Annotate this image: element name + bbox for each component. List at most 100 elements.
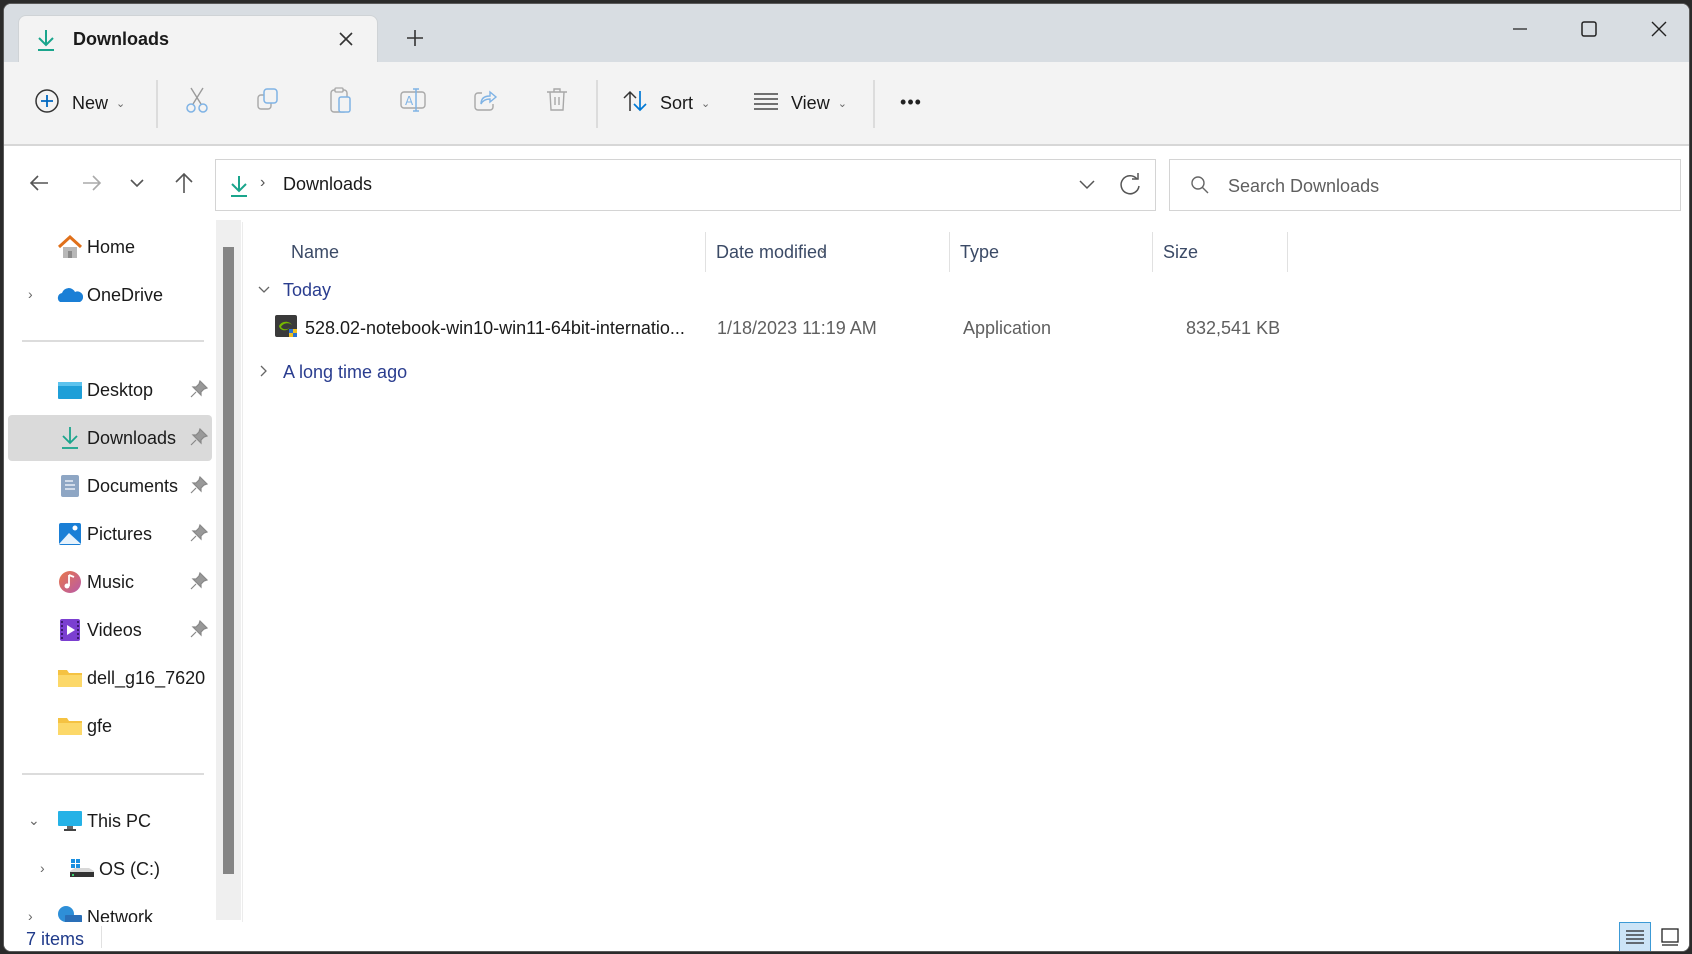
pictures-icon (57, 522, 83, 546)
command-bar: New ⌄ A Sort ⌄ View ⌄ ••• (4, 62, 1689, 146)
tab-downloads[interactable]: Downloads (18, 15, 378, 63)
arrow-up-icon (173, 171, 195, 200)
see-more-button[interactable]: ••• (893, 84, 929, 120)
details-view-button[interactable] (1619, 922, 1651, 951)
sort-icon (622, 89, 648, 118)
sidebar-item-gfe[interactable]: gfe (8, 703, 212, 749)
new-tab-button[interactable] (404, 27, 426, 49)
title-bar: Downloads (4, 4, 1689, 63)
details-view-icon (1625, 928, 1645, 951)
list-view-icon (753, 91, 779, 116)
downloads-icon (35, 28, 57, 52)
pin-icon[interactable] (190, 427, 209, 451)
toolbar-divider (596, 80, 598, 128)
close-tab-icon[interactable] (335, 28, 357, 50)
sidebar-item-os-c[interactable]: › OS (C:) (8, 846, 212, 892)
chevron-right-icon[interactable]: › (40, 860, 45, 876)
search-input[interactable] (1228, 172, 1658, 200)
rename-button[interactable]: A (395, 84, 431, 120)
rename-icon: A (399, 87, 427, 118)
paste-button[interactable] (323, 84, 359, 120)
column-date-label: Date modified (716, 242, 828, 262)
recent-locations-button[interactable] (120, 168, 154, 202)
sort-button[interactable]: Sort ⌄ (622, 82, 710, 124)
toolbar-divider (873, 80, 875, 128)
sidebar-item-home[interactable]: Home (8, 224, 212, 270)
breadcrumb-downloads[interactable]: Downloads (283, 174, 372, 195)
pin-icon[interactable] (190, 523, 209, 547)
documents-icon (57, 474, 83, 498)
scissors-icon (184, 86, 210, 119)
chevron-right-icon[interactable]: › (28, 908, 33, 922)
chevron-right-icon (257, 364, 277, 381)
trash-icon (545, 87, 569, 118)
sidebar-item-videos[interactable]: Videos (8, 607, 212, 653)
drive-icon (69, 857, 95, 881)
maximize-button[interactable] (1566, 16, 1612, 42)
videos-icon (57, 618, 83, 642)
address-history-icon[interactable] (1077, 172, 1097, 203)
new-button[interactable]: New ⌄ (34, 82, 125, 124)
view-button[interactable]: View ⌄ (753, 82, 847, 124)
file-date-modified: 1/18/2023 11:19 AM (717, 318, 877, 338)
downloads-icon (57, 426, 83, 450)
group-header-a-long-time-ago[interactable]: A long time ago (257, 357, 407, 387)
sidebar-item-this-pc[interactable]: ⌄ This PC (8, 798, 212, 844)
column-header-name[interactable]: Name (291, 232, 705, 272)
this-pc-icon (57, 809, 83, 833)
back-button[interactable] (22, 168, 56, 202)
new-label: New (72, 92, 109, 113)
column-header-date-modified[interactable]: ⌄ Date modified (706, 232, 948, 272)
pin-icon[interactable] (190, 571, 209, 595)
sidebar-item-desktop[interactable]: Desktop (8, 367, 212, 413)
chevron-down-icon[interactable]: ⌄ (28, 812, 40, 829)
home-icon (57, 234, 83, 259)
file-row[interactable]: 528.02-notebook-win10-win11-64bit-intern… (257, 310, 1527, 346)
file-type: Application (963, 318, 1052, 338)
sidebar-item-documents[interactable]: Documents (8, 463, 212, 509)
status-divider (101, 926, 102, 948)
pin-icon[interactable] (190, 379, 209, 403)
sidebar-item-downloads[interactable]: Downloads (8, 415, 212, 461)
sidebar-item-music[interactable]: Music (8, 559, 212, 605)
chevron-down-icon: ⌄ (116, 97, 126, 110)
chevron-down-icon: ⌄ (701, 97, 711, 110)
share-button[interactable] (467, 84, 503, 120)
refresh-icon[interactable] (1115, 170, 1145, 205)
delete-button[interactable] (539, 84, 575, 120)
navigation-pane: Home › OneDrive Desktop Downloads Docume… (4, 222, 216, 922)
sidebar-item-pictures[interactable]: Pictures (8, 511, 212, 557)
search-box[interactable] (1169, 159, 1681, 211)
sidebar-divider (22, 773, 204, 775)
network-icon (57, 905, 83, 922)
cut-button[interactable] (179, 84, 215, 120)
sidebar-scrollbar-thumb[interactable] (223, 247, 234, 874)
more-icon: ••• (900, 91, 922, 112)
address-bar[interactable]: › Downloads (215, 159, 1156, 211)
add-circle-icon (34, 88, 60, 119)
close-window-button[interactable] (1636, 16, 1682, 42)
group-header-today[interactable]: Today (257, 275, 331, 305)
column-divider[interactable] (1287, 232, 1288, 272)
column-header-size[interactable]: Size (1153, 232, 1287, 272)
pin-icon[interactable] (190, 475, 209, 499)
large-icons-view-button[interactable] (1654, 922, 1686, 951)
forward-button[interactable] (75, 168, 109, 202)
file-explorer-window: Downloads New ⌄ A Sort ⌄ View ⌄ ••• › Do… (3, 3, 1690, 952)
column-header-type[interactable]: Type (950, 232, 1152, 272)
column-type-label: Type (960, 242, 1000, 262)
chevron-right-icon[interactable]: › (28, 286, 33, 302)
arrow-right-icon (81, 173, 103, 198)
up-button[interactable] (167, 168, 201, 202)
pin-icon[interactable] (190, 619, 209, 643)
minimize-button[interactable] (1497, 16, 1543, 42)
sidebar-scrollbar[interactable] (216, 220, 241, 920)
sidebar-item-onedrive[interactable]: › OneDrive (8, 272, 212, 318)
breadcrumb-separator[interactable]: › (260, 174, 265, 192)
folder-icon (57, 666, 83, 690)
status-bar: 7 items (4, 922, 1689, 951)
sidebar-item-network[interactable]: › Network (8, 894, 212, 922)
sidebar-item-dell-g16-7620[interactable]: dell_g16_7620 (8, 655, 212, 701)
svg-text:A: A (405, 94, 414, 108)
copy-button[interactable] (250, 84, 286, 120)
